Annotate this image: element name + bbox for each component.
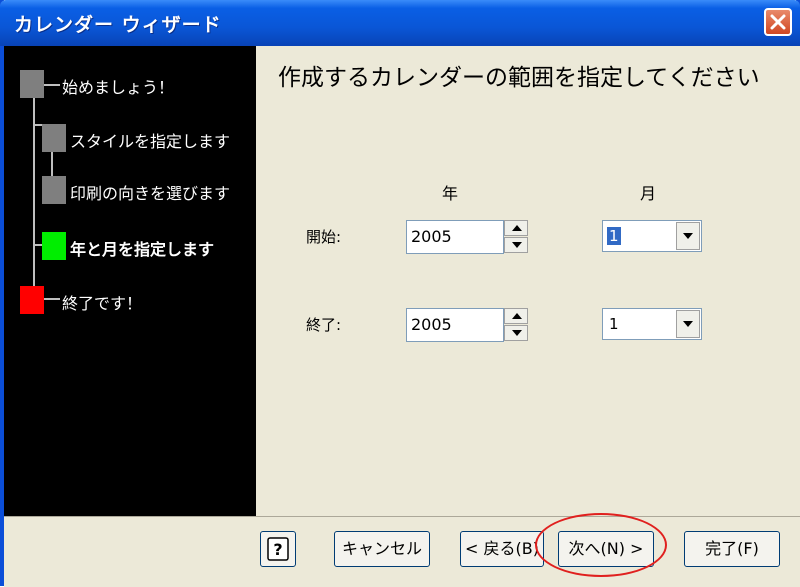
end-year-input[interactable]: 2005 — [406, 308, 504, 342]
step-label: 終了です！ — [62, 294, 143, 313]
annotation-circle — [535, 513, 667, 577]
start-label: 開始: — [306, 228, 342, 246]
finish-button[interactable]: 完了(F) — [684, 531, 780, 567]
step-marker-icon — [20, 70, 44, 98]
step-connector — [43, 84, 60, 86]
caret-down-icon — [512, 330, 522, 336]
step-connector — [33, 96, 35, 296]
column-header-month: 月 — [640, 184, 657, 203]
start-month-value: 1 — [607, 227, 621, 245]
wizard-button-bar: ? キャンセル < 戻る(B) 次へ(N) > 完了(F) — [4, 516, 800, 587]
help-glyph: ? — [273, 540, 282, 559]
start-month-dropdown-button[interactable] — [676, 222, 700, 250]
wizard-step-panel: 始めましょう！ スタイルを指定します 印刷の向きを選びます 年と月を指定します … — [4, 46, 256, 516]
step-marker-icon — [42, 124, 66, 152]
end-year-up-button[interactable] — [504, 308, 528, 324]
chevron-down-icon — [683, 233, 693, 239]
start-year-input[interactable]: 2005 — [406, 220, 504, 254]
help-icon: ? — [267, 537, 289, 561]
start-year-down-button[interactable] — [504, 237, 528, 253]
caret-down-icon — [512, 242, 522, 248]
step-marker-icon — [42, 176, 66, 204]
title-bar[interactable]: カレンダー ウィザード — [0, 0, 800, 46]
close-button[interactable] — [764, 8, 792, 36]
start-year-up-button[interactable] — [504, 220, 528, 236]
end-year-spinner: 2005 — [406, 308, 530, 342]
caret-up-icon — [512, 313, 522, 319]
help-button[interactable]: ? — [260, 531, 296, 567]
end-year-down-button[interactable] — [504, 325, 528, 341]
end-label: 終了: — [306, 316, 342, 334]
column-header-year: 年 — [442, 184, 459, 203]
close-icon — [770, 14, 786, 30]
back-button[interactable]: < 戻る(B) — [460, 531, 544, 567]
step-label: 始めましょう！ — [62, 78, 175, 97]
end-month-dropdown-button[interactable] — [676, 310, 700, 338]
step-marker-icon — [20, 286, 44, 314]
end-month-select[interactable]: 1 — [602, 308, 702, 340]
caret-up-icon — [512, 225, 522, 231]
start-month-select[interactable]: 1 — [602, 220, 702, 252]
end-month-value: 1 — [609, 315, 619, 333]
wizard-content: 作成するカレンダーの範囲を指定してください 年 月 開始: 2005 1 終了: — [256, 46, 800, 516]
start-year-spinner: 2005 — [406, 220, 530, 254]
step-label: スタイルを指定します — [70, 132, 231, 151]
step-marker-icon — [42, 232, 66, 260]
step-connector — [43, 298, 60, 300]
cancel-button[interactable]: キャンセル — [334, 531, 430, 567]
step-label: 印刷の向きを選びます — [70, 184, 231, 203]
window-title: カレンダー ウィザード — [14, 14, 222, 36]
calendar-wizard-window: カレンダー ウィザード 始めましょう！ スタイルを指定します 印刷の向きを選びま… — [0, 0, 800, 587]
page-title: 作成するカレンダーの範囲を指定してください — [278, 65, 760, 91]
chevron-down-icon — [683, 321, 693, 327]
step-label: 年と月を指定します — [70, 240, 215, 259]
